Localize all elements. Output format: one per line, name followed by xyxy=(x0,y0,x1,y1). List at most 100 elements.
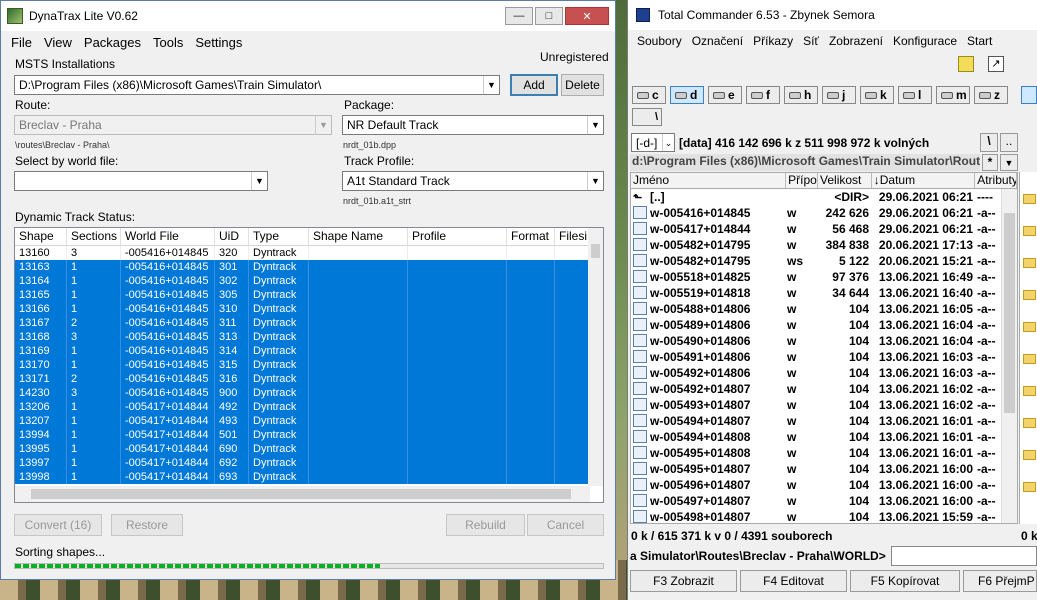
maximize-button[interactable]: □ xyxy=(535,7,563,25)
drive-button-z[interactable]: z xyxy=(974,86,1008,104)
menu-zobrazeni[interactable]: Zobrazení xyxy=(824,34,888,48)
drive-button-k[interactable]: k xyxy=(860,86,894,104)
table-row[interactable]: 13160 3 -005416+014845 320 Dyntrack xyxy=(15,246,603,260)
menu-oznaceni[interactable]: Označení xyxy=(687,34,748,48)
file-row[interactable]: w-005518+014825 w 97 376 13.06.2021 16:49 -a… xyxy=(631,269,1017,285)
table-row[interactable]: 13164 1 -005416+014845 302 Dyntrack xyxy=(15,274,603,288)
file-row[interactable]: w-005482+014795 ws 5 122 20.06.2021 15:21 -a… xyxy=(631,253,1017,269)
f5-copy-button[interactable]: F5 Kopírovat xyxy=(850,570,960,592)
menu-packages[interactable]: Packages xyxy=(78,35,147,50)
col-world-file[interactable]: World File xyxy=(121,228,215,245)
command-line-input[interactable] xyxy=(891,546,1037,566)
table-row[interactable]: 13168 3 -005416+014845 313 Dyntrack xyxy=(15,330,603,344)
cube-icon[interactable] xyxy=(958,56,974,72)
col-uid[interactable]: UiD xyxy=(215,228,249,245)
shortcut-icon[interactable]: ↗ xyxy=(988,56,1004,72)
table-row[interactable]: 13171 2 -005416+014845 316 Dyntrack xyxy=(15,372,603,386)
drive-combo[interactable]: [-d-] ⌄ xyxy=(631,133,675,152)
right-panel[interactable] xyxy=(1019,172,1037,524)
col-size[interactable]: Velikost xyxy=(818,173,872,188)
table-row[interactable]: 13994 1 -005417+014844 501 Dyntrack xyxy=(15,428,603,442)
history-star-button[interactable]: * xyxy=(982,154,998,171)
file-list[interactable]: Jméno Přípo Velikost ↓Datum Atributy ⬑ [.… xyxy=(630,172,1018,524)
track-profile-select[interactable]: A1t Standard Track ▼ xyxy=(342,171,604,191)
add-button[interactable]: Add xyxy=(510,74,558,96)
file-row[interactable]: w-005497+014807 w 104 13.06.2021 16:00 -a-- xyxy=(631,493,1017,509)
table-row[interactable]: 13995 1 -005417+014844 690 Dyntrack xyxy=(15,442,603,456)
drive-button-l[interactable]: l xyxy=(898,86,932,104)
menu-sit[interactable]: Síť xyxy=(798,34,824,48)
dynamic-track-table[interactable]: Shape Sections World File UiD Type Shape… xyxy=(14,227,604,503)
col-shape[interactable]: Shape xyxy=(15,228,67,245)
route-select[interactable]: Breclav - Praha ▼ xyxy=(14,115,332,135)
col-profile[interactable]: Profile xyxy=(408,228,507,245)
drive-button-c[interactable]: c xyxy=(632,86,666,104)
menu-settings[interactable]: Settings xyxy=(189,35,248,50)
table-row[interactable]: 14230 3 -005416+014845 900 Dyntrack xyxy=(15,386,603,400)
file-row[interactable]: w-005498+014807 w 104 13.06.2021 15:59 -a-- xyxy=(631,509,1017,523)
root-button[interactable]: \ xyxy=(980,133,998,152)
col-format[interactable]: Format xyxy=(507,228,555,245)
package-select[interactable]: NR Default Track ▼ xyxy=(342,115,604,135)
f6-move-button[interactable]: F6 PřejmP xyxy=(963,570,1037,592)
scroll-thumb[interactable] xyxy=(1004,213,1015,413)
table-row[interactable]: 13997 1 -005417+014844 692 Dyntrack xyxy=(15,456,603,470)
menu-file[interactable]: File xyxy=(5,35,38,50)
menu-prikazy[interactable]: Příkazy xyxy=(748,34,798,48)
drive-button-e[interactable]: e xyxy=(708,86,742,104)
menu-soubory[interactable]: Soubory xyxy=(632,34,687,48)
drive-button-f[interactable]: f xyxy=(746,86,780,104)
col-filesize[interactable]: Filesi xyxy=(555,228,589,245)
file-row[interactable]: w-005493+014807 w 104 13.06.2021 16:02 -a-- xyxy=(631,397,1017,413)
table-row[interactable]: 13165 1 -005416+014845 305 Dyntrack xyxy=(15,288,603,302)
world-file-select[interactable]: ▼ xyxy=(14,171,268,191)
drive-button-d[interactable]: d xyxy=(670,86,704,104)
file-row[interactable]: w-005490+014806 w 104 13.06.2021 16:04 -a-- xyxy=(631,333,1017,349)
network-drive-button[interactable]: \ xyxy=(632,108,662,126)
table-row[interactable]: 13163 1 -005416+014845 301 Dyntrack xyxy=(15,260,603,274)
table-row[interactable]: 13206 1 -005417+014844 492 Dyntrack xyxy=(15,400,603,414)
table-row[interactable]: 13169 1 -005416+014845 314 Dyntrack xyxy=(15,344,603,358)
file-row[interactable]: w-005494+014807 w 104 13.06.2021 16:01 -a-- xyxy=(631,413,1017,429)
f3-view-button[interactable]: F3 Zobrazit xyxy=(630,570,737,592)
horizontal-scrollbar[interactable] xyxy=(15,486,590,502)
file-row[interactable]: w-005416+014845 w 242 626 29.06.2021 06:21-… xyxy=(631,205,1017,221)
col-ext[interactable]: Přípo xyxy=(786,173,819,188)
scroll-thumb[interactable] xyxy=(31,489,571,499)
menu-start[interactable]: Start xyxy=(962,34,997,48)
scroll-thumb[interactable] xyxy=(591,244,600,258)
col-shape-name[interactable]: Shape Name xyxy=(309,228,408,245)
vertical-scrollbar[interactable] xyxy=(588,228,603,486)
msts-select[interactable]: D:\Program Files (x86)\Microsoft Games\T… xyxy=(14,75,500,95)
menu-tools[interactable]: Tools xyxy=(147,35,189,50)
file-row[interactable]: w-005519+014818 w 34 644 13.06.2021 16:40 -a… xyxy=(631,285,1017,301)
table-row[interactable]: 13998 1 -005417+014844 693 Dyntrack xyxy=(15,470,603,484)
restore-button[interactable]: Restore xyxy=(111,514,183,536)
table-row[interactable]: 13167 2 -005416+014845 311 Dyntrack xyxy=(15,316,603,330)
close-button[interactable]: ✕ xyxy=(565,7,609,25)
parent-button[interactable]: .. xyxy=(1000,133,1018,152)
file-row[interactable]: w-005495+014808 w 104 13.06.2021 16:01 -a-- xyxy=(631,445,1017,461)
col-date[interactable]: ↓Datum xyxy=(872,173,976,188)
table-row[interactable]: 13170 1 -005416+014845 315 Dyntrack xyxy=(15,358,603,372)
menu-konfigurace[interactable]: Konfigurace xyxy=(888,34,962,48)
file-row[interactable]: w-005482+014795 w 384 838 20.06.2021 17:13-… xyxy=(631,237,1017,253)
vertical-scrollbar[interactable] xyxy=(1001,189,1017,523)
drive-button-h[interactable]: h xyxy=(784,86,818,104)
convert-button[interactable]: Convert (16) xyxy=(14,514,102,536)
file-row[interactable]: w-005492+014806 w 104 13.06.2021 16:03 -a-- xyxy=(631,365,1017,381)
file-row[interactable]: w-005492+014807 w 104 13.06.2021 16:02 -a-- xyxy=(631,381,1017,397)
drive-button-j[interactable]: j xyxy=(822,86,856,104)
right-drive-button[interactable] xyxy=(1021,86,1037,104)
file-row[interactable]: w-005494+014808 w 104 13.06.2021 16:01 -a-- xyxy=(631,429,1017,445)
drive-button-m[interactable]: m xyxy=(936,86,970,104)
cancel-button[interactable]: Cancel xyxy=(527,514,604,536)
file-row[interactable]: w-005495+014807 w 104 13.06.2021 16:00 -a-- xyxy=(631,461,1017,477)
file-row[interactable]: w-005491+014806 w 104 13.06.2021 16:03 -a-- xyxy=(631,349,1017,365)
col-sections[interactable]: Sections xyxy=(67,228,121,245)
file-row[interactable]: w-005488+014806 w 104 13.06.2021 16:05 -a-- xyxy=(631,301,1017,317)
col-name[interactable]: Jméno xyxy=(631,173,787,188)
minimize-button[interactable]: — xyxy=(505,7,533,25)
rebuild-button[interactable]: Rebuild xyxy=(446,514,525,536)
file-row[interactable]: w-005417+014844 w 56 468 29.06.2021 06:21 -a… xyxy=(631,221,1017,237)
